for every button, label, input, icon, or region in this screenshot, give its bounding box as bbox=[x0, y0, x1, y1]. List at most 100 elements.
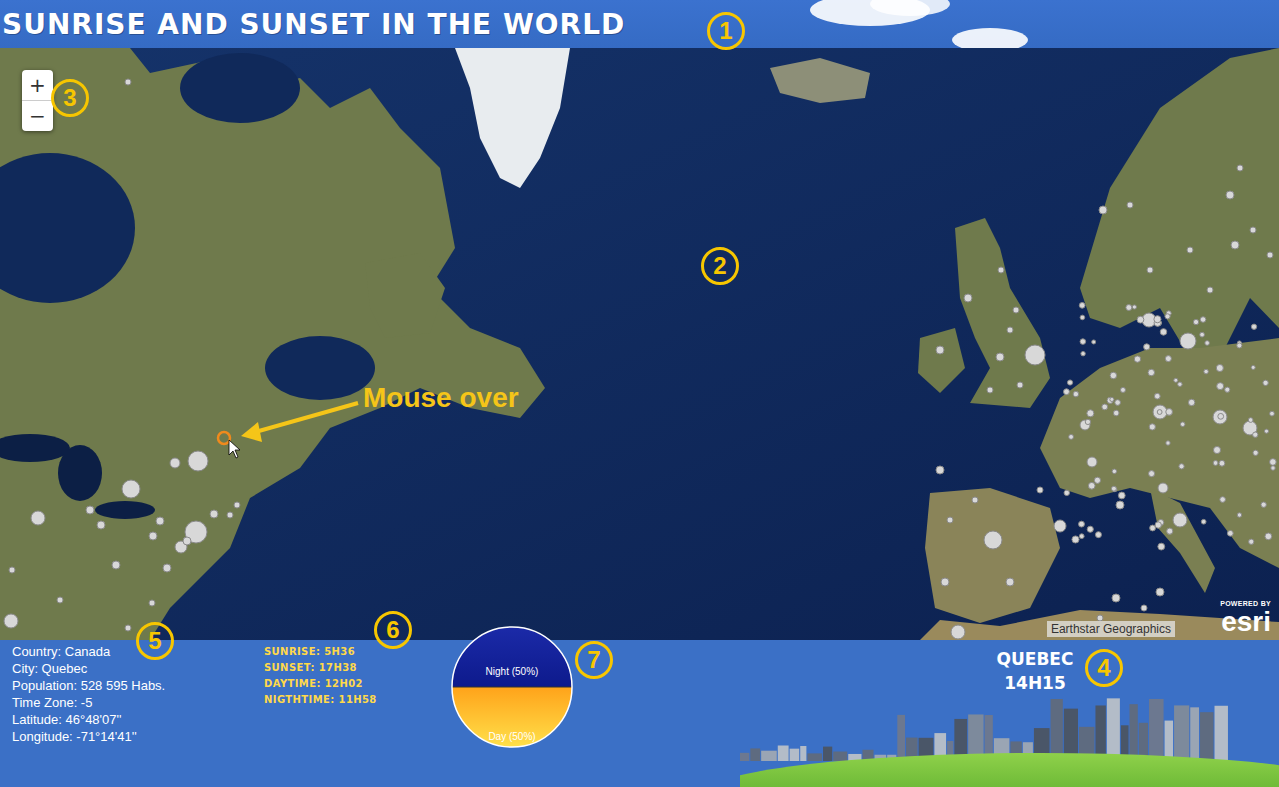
city-marker[interactable] bbox=[1141, 605, 1147, 611]
city-marker[interactable] bbox=[1261, 502, 1266, 507]
city-marker[interactable] bbox=[234, 502, 240, 508]
city-marker[interactable] bbox=[227, 512, 233, 518]
city-marker[interactable] bbox=[1080, 420, 1090, 430]
city-marker[interactable] bbox=[1079, 302, 1085, 308]
city-marker[interactable] bbox=[987, 387, 993, 393]
city-marker[interactable] bbox=[1200, 317, 1206, 323]
city-marker[interactable] bbox=[1165, 314, 1170, 319]
city-marker[interactable] bbox=[1166, 409, 1173, 416]
city-marker[interactable] bbox=[1253, 432, 1258, 437]
city-marker[interactable] bbox=[1180, 422, 1185, 427]
city-marker[interactable] bbox=[1087, 457, 1097, 467]
city-marker[interactable] bbox=[1188, 399, 1194, 405]
city-marker[interactable] bbox=[1225, 387, 1230, 392]
city-marker[interactable] bbox=[947, 517, 953, 523]
city-marker[interactable] bbox=[149, 600, 155, 606]
city-marker[interactable] bbox=[1067, 380, 1072, 385]
city-marker[interactable] bbox=[1069, 434, 1074, 439]
city-marker[interactable] bbox=[1017, 382, 1023, 388]
city-marker[interactable] bbox=[1216, 364, 1223, 371]
city-marker[interactable] bbox=[996, 353, 1004, 361]
city-marker[interactable] bbox=[1213, 410, 1227, 424]
city-marker[interactable] bbox=[1113, 410, 1119, 416]
city-marker[interactable] bbox=[1116, 501, 1124, 509]
city-marker[interactable] bbox=[1158, 483, 1168, 493]
city-marker[interactable] bbox=[1079, 534, 1084, 539]
city-marker[interactable] bbox=[1132, 305, 1136, 309]
city-marker[interactable] bbox=[1013, 307, 1019, 313]
city-marker[interactable] bbox=[1157, 410, 1162, 415]
city-marker[interactable] bbox=[1204, 369, 1209, 374]
city-marker[interactable] bbox=[1037, 487, 1043, 493]
city-marker[interactable] bbox=[1207, 287, 1213, 293]
city-marker[interactable] bbox=[1127, 202, 1133, 208]
city-marker[interactable] bbox=[1080, 339, 1086, 345]
city-marker[interactable] bbox=[1187, 247, 1193, 253]
city-marker[interactable] bbox=[1087, 526, 1093, 532]
city-marker[interactable] bbox=[1110, 372, 1117, 379]
city-marker[interactable] bbox=[1115, 400, 1121, 406]
city-marker[interactable] bbox=[1154, 393, 1160, 399]
city-marker[interactable] bbox=[1087, 410, 1094, 417]
city-marker[interactable] bbox=[1249, 539, 1254, 544]
city-marker[interactable] bbox=[1073, 391, 1078, 396]
city-marker[interactable] bbox=[1149, 471, 1155, 477]
city-marker[interactable] bbox=[1158, 543, 1165, 550]
city-marker[interactable] bbox=[1118, 492, 1125, 499]
city-marker[interactable] bbox=[156, 517, 164, 525]
city-marker[interactable] bbox=[1094, 477, 1100, 483]
hovered-city-marker[interactable] bbox=[218, 432, 230, 444]
city-marker[interactable] bbox=[125, 625, 131, 631]
city-marker[interactable] bbox=[1217, 383, 1224, 390]
city-marker[interactable] bbox=[1095, 532, 1101, 538]
city-marker[interactable] bbox=[4, 614, 18, 628]
zoom-out-button[interactable]: − bbox=[22, 101, 53, 131]
city-marker[interactable] bbox=[1092, 340, 1096, 344]
city-marker[interactable] bbox=[1205, 341, 1210, 346]
city-marker[interactable] bbox=[984, 531, 1002, 549]
city-marker[interactable] bbox=[1099, 206, 1107, 214]
city-marker[interactable] bbox=[1165, 356, 1171, 362]
map-area[interactable]: +−Mouse overEarthstar GeographicsPOWERED… bbox=[0, 48, 1279, 640]
city-marker[interactable] bbox=[1250, 227, 1256, 233]
city-marker[interactable] bbox=[1201, 519, 1206, 524]
city-marker[interactable] bbox=[1265, 533, 1272, 540]
city-marker[interactable] bbox=[964, 294, 972, 302]
city-marker[interactable] bbox=[1200, 332, 1205, 337]
city-marker[interactable] bbox=[1088, 482, 1095, 489]
esri-logo[interactable]: POWERED BYesri bbox=[1220, 600, 1271, 636]
city-marker[interactable] bbox=[112, 561, 120, 569]
city-marker[interactable] bbox=[1112, 594, 1120, 602]
city-marker[interactable] bbox=[1007, 327, 1013, 333]
city-marker[interactable] bbox=[1251, 365, 1255, 369]
city-marker[interactable] bbox=[998, 267, 1004, 273]
city-marker[interactable] bbox=[1120, 387, 1125, 392]
city-marker[interactable] bbox=[149, 532, 157, 540]
city-marker[interactable] bbox=[1107, 397, 1113, 403]
city-marker[interactable] bbox=[1226, 191, 1234, 199]
city-marker[interactable] bbox=[1270, 459, 1277, 466]
city-marker[interactable] bbox=[9, 567, 15, 573]
city-marker[interactable] bbox=[1264, 429, 1268, 433]
city-marker[interactable] bbox=[86, 506, 94, 514]
city-marker[interactable] bbox=[1110, 397, 1114, 401]
city-marker[interactable] bbox=[941, 578, 949, 586]
city-marker[interactable] bbox=[163, 564, 171, 572]
city-marker[interactable] bbox=[1178, 382, 1182, 386]
city-marker[interactable] bbox=[1218, 413, 1224, 419]
city-marker[interactable] bbox=[1237, 513, 1241, 517]
city-marker[interactable] bbox=[125, 79, 131, 85]
city-marker[interactable] bbox=[936, 466, 944, 474]
city-marker[interactable] bbox=[1150, 525, 1156, 531]
city-marker[interactable] bbox=[1253, 450, 1258, 455]
city-marker[interactable] bbox=[1111, 486, 1116, 491]
city-marker[interactable] bbox=[1054, 520, 1066, 532]
city-marker[interactable] bbox=[1006, 578, 1014, 586]
city-marker[interactable] bbox=[57, 597, 63, 603]
city-marker[interactable] bbox=[1102, 404, 1108, 410]
city-marker[interactable] bbox=[1155, 522, 1161, 528]
zoom-in-button[interactable]: + bbox=[22, 70, 53, 101]
city-marker[interactable] bbox=[1251, 324, 1256, 329]
city-marker[interactable] bbox=[1080, 315, 1085, 320]
city-marker[interactable] bbox=[1271, 466, 1275, 470]
